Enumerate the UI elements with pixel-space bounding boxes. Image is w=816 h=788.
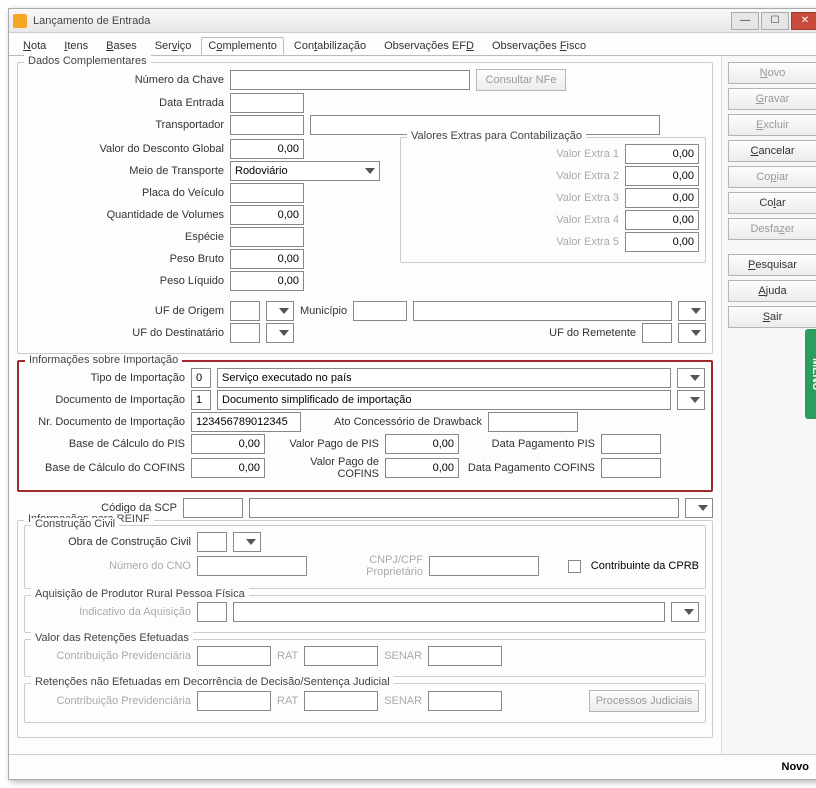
status-text: Novo xyxy=(782,761,810,773)
fieldset-valores-extras: Valores Extras para Contabilização Valor… xyxy=(400,137,706,263)
tipo-import-select[interactable] xyxy=(677,368,705,388)
status-bar: Novo xyxy=(9,754,816,779)
excluir-button[interactable]: Excluir xyxy=(728,114,816,136)
nr-doc-import-input[interactable] xyxy=(191,412,301,432)
doc-import-select[interactable] xyxy=(677,390,705,410)
fieldset-info-importacao: Informações sobre Importação Tipo de Imp… xyxy=(17,360,713,492)
app-icon xyxy=(13,14,27,28)
uf-dest-input[interactable] xyxy=(230,323,260,343)
qtd-volumes-input[interactable] xyxy=(230,205,304,225)
especie-input[interactable] xyxy=(230,227,304,247)
data-entrada-input[interactable] xyxy=(230,93,304,113)
fieldset-dados-complementares: Dados Complementares Número da Chave Con… xyxy=(17,62,713,354)
uf-rem-select[interactable] xyxy=(678,323,706,343)
tab-observacoes-fisco[interactable]: Observações Fisco xyxy=(484,37,594,55)
base-cofins-input[interactable] xyxy=(191,458,265,478)
uf-origem-select[interactable] xyxy=(266,301,294,321)
fieldset-reinf: Informações para REINF Construção Civil … xyxy=(17,520,713,738)
consultar-nfe-button[interactable]: Consultar NFe xyxy=(476,69,566,91)
processos-judiciais-button[interactable]: Processos Judiciais xyxy=(589,690,699,712)
contrib-prev-1-input xyxy=(197,646,271,666)
codigo-scp-input[interactable] xyxy=(183,498,243,518)
indic-aquis-select[interactable] xyxy=(671,602,699,622)
uf-origem-input[interactable] xyxy=(230,301,260,321)
data-pag-cofins-input[interactable] xyxy=(601,458,661,478)
doc-import-code[interactable] xyxy=(191,390,211,410)
desfazer-button[interactable]: Desfazer xyxy=(728,218,816,240)
valor-pago-cofins-input[interactable] xyxy=(385,458,459,478)
base-pis-input[interactable] xyxy=(191,434,265,454)
tab-servico[interactable]: Serviço xyxy=(147,37,200,55)
codigo-scp-desc[interactable] xyxy=(249,498,679,518)
contribuinte-cprb-checkbox[interactable] xyxy=(568,560,581,573)
gravar-button[interactable]: Gravar xyxy=(728,88,816,110)
placa-input[interactable] xyxy=(230,183,304,203)
fieldset-construcao-civil: Construção Civil Obra de Construção Civi… xyxy=(24,525,706,589)
fieldset-retencoes-nao-efetuadas: Retenções não Efetuadas em Decorrência d… xyxy=(24,683,706,723)
obra-input[interactable] xyxy=(197,532,227,552)
valor-extra-4-input[interactable] xyxy=(625,210,699,230)
municipio-select[interactable] xyxy=(678,301,706,321)
sair-button[interactable]: Sair xyxy=(728,306,816,328)
pesquisar-button[interactable]: Pesquisar xyxy=(728,254,816,276)
tab-observacoes-efd[interactable]: Observações EFD xyxy=(376,37,482,55)
tab-itens[interactable]: Itens xyxy=(56,37,96,55)
window-title: Lançamento de Entrada xyxy=(33,15,731,27)
rat-2-input xyxy=(304,691,378,711)
valor-extra-1-input[interactable] xyxy=(625,144,699,164)
close-button[interactable]: ✕ xyxy=(791,12,816,30)
tipo-import-desc[interactable] xyxy=(217,368,671,388)
sidebar: Novo Gravar Excluir Cancelar Copiar Cola… xyxy=(721,56,816,754)
doc-import-desc[interactable] xyxy=(217,390,671,410)
tab-nota[interactable]: Nota xyxy=(15,37,54,55)
indic-aquis-desc xyxy=(233,602,665,622)
ajuda-button[interactable]: Ajuda xyxy=(728,280,816,302)
valor-extra-2-input[interactable] xyxy=(625,166,699,186)
tab-bases[interactable]: Bases xyxy=(98,37,145,55)
desconto-global-input[interactable] xyxy=(230,139,304,159)
fieldset-retencoes-efetuadas: Valor das Retenções Efetuadas Contribuiç… xyxy=(24,639,706,677)
novo-button[interactable]: Novo xyxy=(728,62,816,84)
cnpj-input xyxy=(429,556,539,576)
fieldset-aquisicao-produtor: Aquisição de Produtor Rural Pessoa Físic… xyxy=(24,595,706,633)
uf-rem-input[interactable] xyxy=(642,323,672,343)
minimize-button[interactable]: — xyxy=(731,12,759,30)
senar-1-input xyxy=(428,646,502,666)
valor-extra-5-input[interactable] xyxy=(625,232,699,252)
municipio-desc[interactable] xyxy=(413,301,672,321)
copiar-button[interactable]: Copiar xyxy=(728,166,816,188)
tipo-import-code[interactable] xyxy=(191,368,211,388)
uf-dest-select[interactable] xyxy=(266,323,294,343)
numero-chave-input[interactable] xyxy=(230,70,470,90)
data-pag-pis-input[interactable] xyxy=(601,434,661,454)
ato-drawback-input[interactable] xyxy=(488,412,578,432)
peso-bruto-input[interactable] xyxy=(230,249,304,269)
obra-select[interactable] xyxy=(233,532,261,552)
indic-aquis-input xyxy=(197,602,227,622)
senar-2-input xyxy=(428,691,502,711)
valor-pago-pis-input[interactable] xyxy=(385,434,459,454)
peso-liquido-input[interactable] xyxy=(230,271,304,291)
codigo-scp-select[interactable] xyxy=(685,498,713,518)
tab-contabilizacao[interactable]: Contabilização xyxy=(286,37,374,55)
transportador-code-input[interactable] xyxy=(230,115,304,135)
meio-transporte-select[interactable]: Rodoviário xyxy=(230,161,380,181)
tab-bar: Nota Itens Bases Serviço Complemento Con… xyxy=(9,33,816,56)
colar-button[interactable]: Colar xyxy=(728,192,816,214)
rat-1-input xyxy=(304,646,378,666)
valor-extra-3-input[interactable] xyxy=(625,188,699,208)
maximize-button[interactable]: ☐ xyxy=(761,12,789,30)
cancelar-button[interactable]: Cancelar xyxy=(728,140,816,162)
num-cno-input xyxy=(197,556,307,576)
municipio-input[interactable] xyxy=(353,301,407,321)
menu-handle[interactable]: MENU xyxy=(805,329,816,419)
tab-complemento[interactable]: Complemento xyxy=(201,37,284,55)
contrib-prev-2-input xyxy=(197,691,271,711)
